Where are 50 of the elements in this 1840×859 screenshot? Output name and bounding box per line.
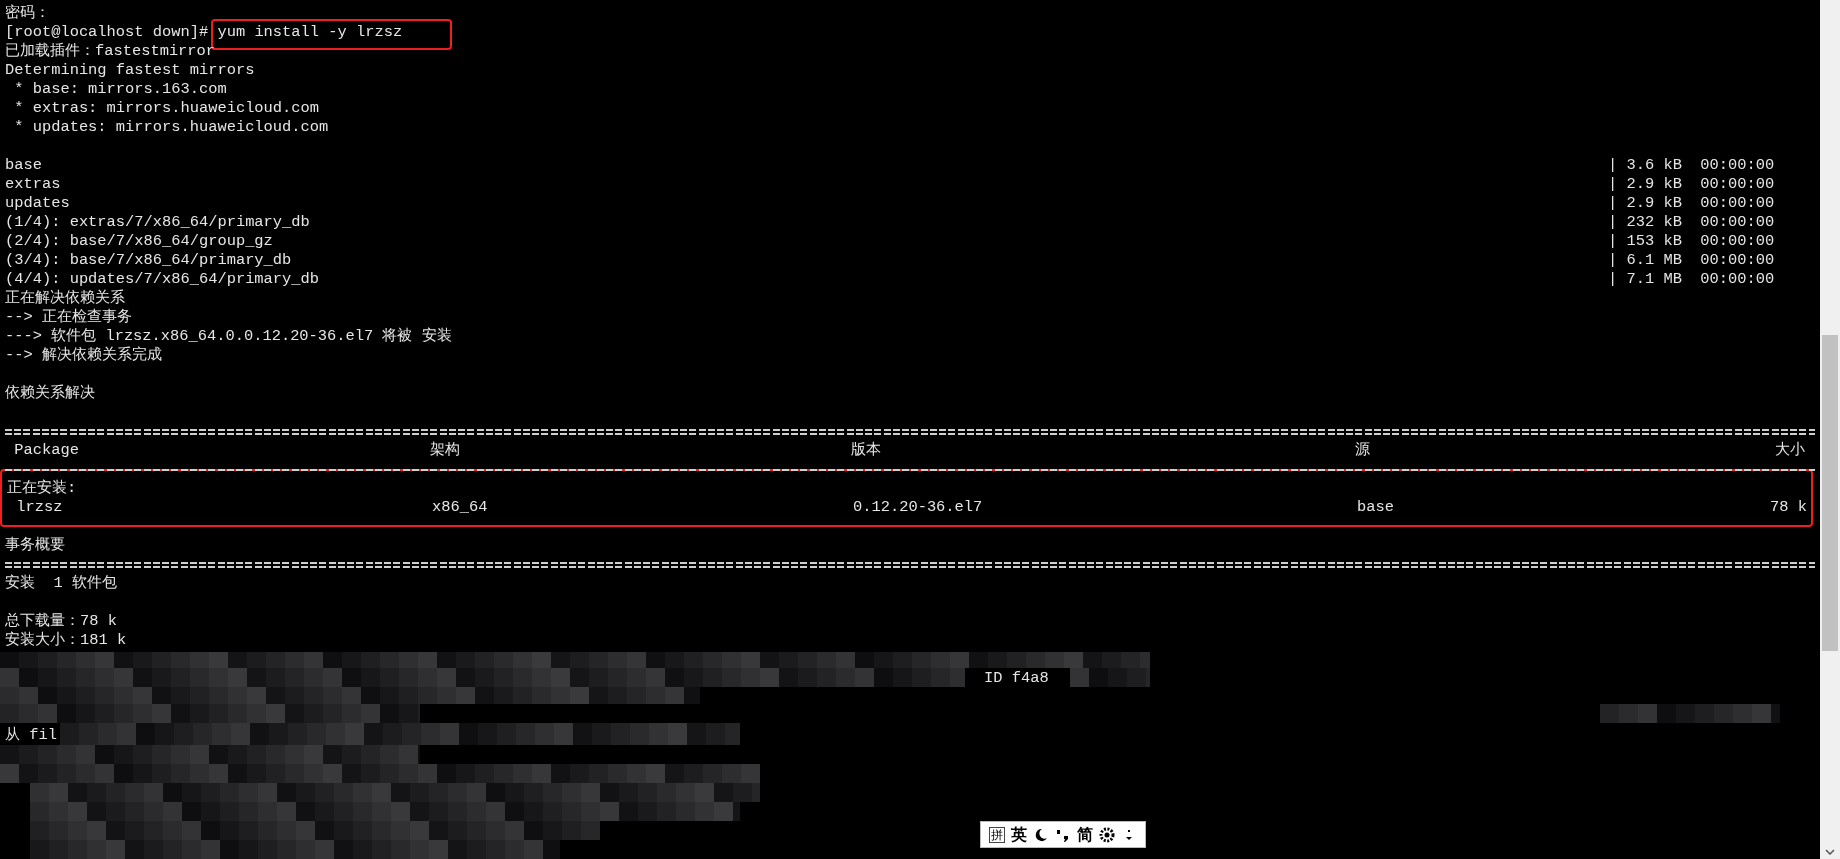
download-stat: | 3.6 kB 00:00:00 (1608, 156, 1776, 175)
terminal-line: * base: mirrors.163.com (13, 80, 227, 98)
ime-toolbar[interactable]: 拼 英 简 (980, 821, 1146, 848)
repo-name: extras (5, 175, 62, 194)
shell-prompt: [root@localhost down]# (5, 23, 210, 41)
table-cell-text: lrzsz (15, 498, 63, 516)
terminal-line: --> 正在检查事务 (5, 308, 132, 326)
scroll-down-icon[interactable] (1825, 849, 1835, 855)
script-button[interactable]: 简 (1077, 825, 1093, 844)
table-cell-text: Package (13, 441, 79, 459)
download-stat: | 7.1 MB 00:00:00 (1608, 270, 1776, 289)
moon-icon[interactable] (1033, 826, 1049, 843)
table-cell: base (1357, 498, 1394, 516)
command-text: yum install -y lrzsz (211, 19, 453, 50)
terminal-line: 事务概要 (5, 536, 65, 554)
table-cell: 78 k (1770, 498, 1807, 516)
download-stat: | 2.9 kB 00:00:00 (1608, 194, 1776, 213)
terminal-line: ---> 软件包 lrzsz.x86_64.0.0.12.20-36.el7 将被 安装 (5, 327, 452, 345)
table-cell: 架构 (430, 441, 460, 459)
download-stat: | 2.9 kB 00:00:00 (1608, 175, 1776, 194)
download-stat: | 153 kB 00:00:00 (1608, 232, 1776, 251)
scrollbar[interactable] (1820, 0, 1840, 859)
terminal-line: 安装大小：181 k (5, 631, 127, 649)
table-cell: x86_64 (432, 498, 488, 516)
terminal-line: * updates: mirrors.huaweicloud.com (13, 118, 329, 136)
terminal-line: 密码： (5, 4, 50, 22)
repo-name: updates (5, 194, 71, 213)
terminal-line: * extras: mirrors.huaweicloud.com (13, 99, 320, 117)
repo-name: (2/4): base/7/x86_64/group_gz (5, 232, 274, 251)
table-cell: 大小 (1775, 441, 1805, 459)
terminal-line: 总下载量：78 k (5, 612, 117, 630)
download-stat: | 6.1 MB 00:00:00 (1608, 251, 1776, 270)
terminal-line: 安装 1 软件包 (5, 574, 117, 592)
settings-icon[interactable] (1099, 826, 1115, 843)
table-cell: 0.12.20-36.el7 (853, 498, 983, 516)
terminal-line: 正在安装: (7, 479, 77, 497)
terminal-line: Determining fastest mirrors (5, 61, 255, 79)
repo-name: base (5, 156, 43, 175)
terminal-line: 依赖关系解决 (5, 384, 95, 402)
repo-name: (1/4): extras/7/x86_64/primary_db (5, 213, 311, 232)
table-cell: 版本 (851, 441, 881, 459)
table-cell: 源 (1355, 441, 1370, 459)
repo-name: (3/4): base/7/x86_64/primary_db (5, 251, 293, 270)
language-button[interactable]: 英 (1011, 825, 1027, 844)
download-stat: | 232 kB 00:00:00 (1608, 213, 1776, 232)
scrollbar-thumb[interactable] (1822, 335, 1838, 651)
repo-name: (4/4): updates/7/x86_64/primary_db (5, 270, 321, 289)
terminal-line: --> 解决依赖关系完成 (5, 346, 162, 364)
input-mode-button[interactable]: 拼 (989, 826, 1005, 843)
terminal-line: 正在解决依赖关系 (5, 289, 125, 307)
